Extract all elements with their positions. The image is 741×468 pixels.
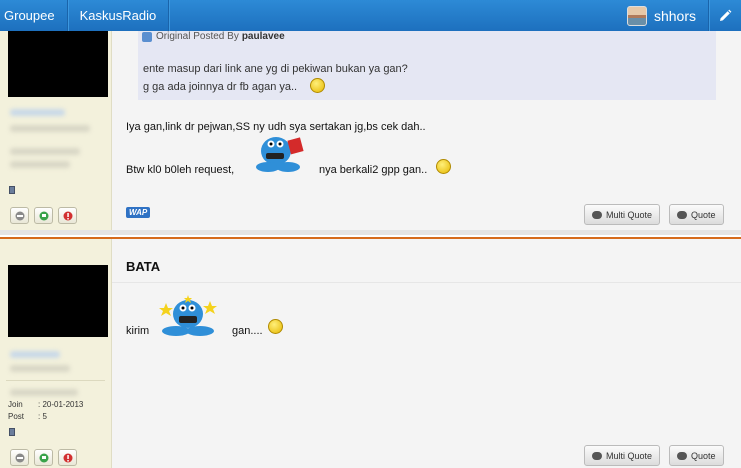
blurred-usertitle [10, 365, 70, 372]
speech-bubbles-icon [592, 451, 602, 460]
smiley-icon [268, 319, 283, 334]
blurred-username [10, 351, 60, 358]
post-count-row: Post : 5 [8, 412, 47, 421]
speech-bubble-icon [677, 210, 687, 219]
post-2-line-2: gan.... [232, 325, 263, 337]
quote-label: Quote [691, 209, 716, 220]
wap-badge: WAP [126, 207, 151, 218]
post-1-line-3: nya berkali2 gpp gan.. [319, 164, 428, 176]
smiley-icon [310, 78, 325, 93]
quote-author[interactable]: paulavee [242, 31, 285, 42]
multi-quote-label: Multi Quote [606, 450, 653, 461]
username: shhors [653, 7, 696, 24]
post-2-content: BATA kirim gan.... Multi Quote Quote [112, 239, 741, 468]
nav-groupee[interactable]: Groupee [0, 0, 68, 31]
blue-monster-star-emoticon [159, 295, 217, 336]
user-menu[interactable]: shhors [615, 0, 709, 31]
post-label: Post [8, 412, 25, 421]
quote-button[interactable]: Quote [669, 204, 724, 225]
blurred-usertitle [10, 125, 90, 132]
quote-button[interactable]: Quote [669, 445, 724, 466]
message-icon [39, 453, 48, 462]
post-2-title: BATA [126, 259, 161, 274]
message-icon [39, 211, 48, 220]
blurred-meta [10, 161, 70, 168]
blurred-meta [10, 389, 78, 396]
grin-smiley-icon [436, 159, 451, 174]
quote-icon [142, 31, 152, 42]
edit-button[interactable] [709, 0, 741, 31]
post-2-avatar [8, 265, 108, 337]
post-1-avatar [8, 31, 108, 97]
speech-bubbles-icon [592, 210, 602, 219]
post-2-userinfo: Join : 20-01-2013 Post : 5 [0, 239, 112, 468]
blue-monster-emoticon [256, 137, 304, 172]
userinfo-divider [6, 380, 105, 381]
quote-line-1: ente masup dari link ane yg di pekiwan b… [143, 63, 408, 75]
profile-button[interactable] [10, 207, 29, 224]
quote-line-2: g ga ada joinnya dr fb agan ya.. [143, 81, 298, 93]
post-2-line-1: kirim [126, 325, 150, 337]
quote-header: Original Posted By paulavee [142, 31, 285, 42]
post-2: Join : 20-01-2013 Post : 5 BATA kirim ga… [0, 237, 741, 468]
multi-quote-button[interactable]: Multi Quote [584, 445, 661, 466]
title-divider [112, 282, 741, 283]
report-icon [63, 453, 72, 462]
profile-button[interactable] [10, 449, 29, 466]
post-1-line-2: Btw kl0 b0leh request, [126, 164, 235, 176]
quote-header-label: Original Posted By [156, 31, 239, 42]
post-1-user-actions [10, 207, 77, 224]
top-navbar: Groupee KaskusRadio shhors [0, 0, 741, 31]
message-button[interactable] [34, 449, 53, 466]
post-1: Original Posted By paulavee ente masup d… [0, 31, 741, 235]
nav-kaskusradio[interactable]: KaskusRadio [68, 0, 170, 31]
multi-quote-label: Multi Quote [606, 209, 653, 220]
multi-quote-button[interactable]: Multi Quote [584, 204, 661, 225]
join-label: Join [8, 400, 23, 409]
report-icon [63, 211, 72, 220]
post-1-content: Original Posted By paulavee ente masup d… [112, 31, 741, 230]
speech-bubble-icon [677, 451, 687, 460]
top-right: shhors [615, 0, 741, 31]
pencil-icon [720, 9, 732, 21]
join-value: : 20-01-2013 [38, 400, 84, 409]
user-circle-icon [15, 211, 24, 220]
reputation-icon [9, 428, 15, 436]
reputation-icon [9, 186, 15, 194]
post-2-user-actions [10, 449, 77, 466]
join-date-row: Join : 20-01-2013 [8, 400, 83, 409]
post-1-userinfo [0, 31, 112, 230]
quote-label: Quote [691, 450, 716, 461]
user-circle-icon [15, 453, 24, 462]
message-button[interactable] [34, 207, 53, 224]
report-button[interactable] [58, 449, 77, 466]
blurred-meta [10, 148, 80, 155]
post-value: : 5 [38, 412, 47, 421]
blurred-username [10, 109, 65, 116]
report-button[interactable] [58, 207, 77, 224]
user-avatar [626, 5, 647, 26]
